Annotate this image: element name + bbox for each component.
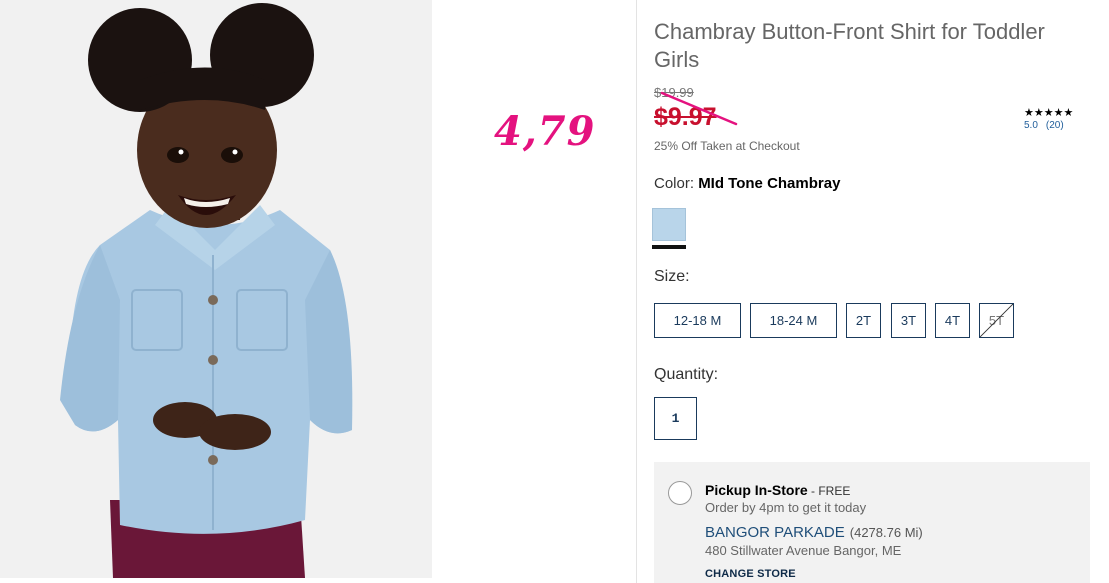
promo-text: 25% Off Taken at Checkout [654, 139, 800, 153]
column-divider [636, 0, 637, 583]
size-option-12-18m[interactable]: 12-18 M [654, 303, 741, 338]
color-label-text: Color: [654, 175, 695, 192]
size-label: Size: [654, 268, 690, 285]
color-swatch-mid-tone-chambray[interactable] [652, 208, 686, 241]
quantity-input[interactable]: 1 [654, 397, 697, 440]
store-address: 480 Stillwater Avenue Bangor, ME [705, 543, 902, 558]
size-option-18-24m[interactable]: 18-24 M [750, 303, 837, 338]
quantity-label: Quantity: [654, 366, 719, 383]
unavailable-slash-icon [980, 304, 1013, 337]
toddler-photo-illustration [0, 0, 432, 578]
product-details-panel: Chambray Button-Front Shirt for Toddler … [652, 0, 1090, 583]
original-price: $19.99 [654, 85, 694, 100]
size-option-2t[interactable]: 2T [846, 303, 881, 338]
store-name: BANGOR PARKADE (4278.76 Mi) [705, 524, 923, 541]
sale-price: $9.97 [654, 103, 717, 131]
pickup-subtitle: Order by 4pm to get it today [705, 500, 867, 515]
rating-widget[interactable]: ★★★★★ 5.0 (20) [1024, 106, 1084, 131]
product-title: Chambray Button-Front Shirt for Toddler … [654, 19, 1045, 72]
change-store-link[interactable]: CHANGE STORE [705, 568, 796, 580]
star-rating-icon: ★★★★★ [1024, 107, 1074, 119]
size-option-5t-unavailable[interactable]: 5T [979, 303, 1014, 338]
product-image [0, 0, 432, 578]
pickup-in-store-option[interactable]: Pickup In-Store - FREE Order by 4pm to g… [654, 462, 1090, 583]
handwritten-price-note: 4,79 [494, 108, 596, 155]
pickup-radio-button[interactable] [668, 481, 692, 505]
review-count-link[interactable]: (20) [1046, 120, 1064, 131]
size-option-3t[interactable]: 3T [891, 303, 926, 338]
rating-score: 5.0 [1024, 120, 1038, 131]
selected-color-name: MId Tone Chambray [698, 175, 841, 192]
swatch-selected-indicator [652, 245, 686, 249]
pickup-title: Pickup In-Store - FREE [705, 482, 851, 498]
pickup-free-label: - FREE [807, 484, 851, 498]
color-label: Color: MId Tone Chambray [654, 175, 840, 192]
store-distance: (4278.76 Mi) [849, 525, 923, 540]
size-option-4t[interactable]: 4T [935, 303, 970, 338]
